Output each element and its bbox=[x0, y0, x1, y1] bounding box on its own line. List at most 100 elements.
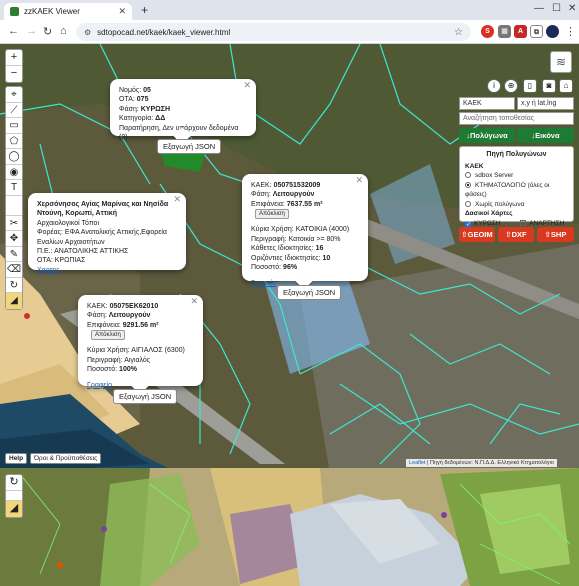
rotate-tool-icon[interactable]: ↻ bbox=[6, 278, 22, 293]
extension-pdf-icon[interactable]: A bbox=[514, 25, 527, 38]
maximize-icon[interactable]: ☐ bbox=[552, 3, 561, 14]
popup-close-icon[interactable]: ✕ bbox=[243, 80, 251, 90]
terms-button[interactable]: Όροι & Προϋποθέσεις bbox=[30, 453, 102, 464]
radio-selected-icon[interactable] bbox=[465, 181, 471, 188]
label: Νομός: bbox=[119, 87, 142, 94]
camera-icon[interactable]: ◙ bbox=[542, 79, 556, 93]
marker-tool-icon[interactable]: ⌖ bbox=[6, 87, 22, 103]
location-search-input[interactable]: Αναζήτηση τοποθεσίας bbox=[459, 112, 574, 125]
map-attribution: Leaflet | Πηγή δεδομένων: Ν.Π.Δ.Δ. Ελλην… bbox=[406, 459, 557, 467]
map-link[interactable]: Χαρτης bbox=[37, 266, 177, 275]
text-tool-icon[interactable]: T bbox=[6, 180, 22, 196]
edit-tool-icon[interactable]: ✎ bbox=[6, 247, 22, 262]
popup-parcel-bottom: ✕ ΚΑΕΚ: 05075ΕΚ62010 Φάση: Λειτουργούν Ε… bbox=[78, 295, 203, 395]
address-bar[interactable]: ⚙ sdtopocad.net/kaek/kaek_viewer.html ☆ bbox=[76, 23, 471, 41]
extensions-puzzle-icon[interactable]: ⧉ bbox=[530, 25, 543, 38]
zoom-control: + − bbox=[5, 49, 23, 83]
label: Επιφάνεια: bbox=[251, 200, 285, 208]
browser-tab[interactable]: zzKAEK Viewer ✕ bbox=[4, 3, 132, 20]
extension-stop-icon[interactable]: S bbox=[481, 25, 494, 38]
map-view[interactable]: + − ⌖ ⟋ ▭ ⬠ ◯ ◉ T ✂ ✥ ✎ ⌫ ↻ ◢ ✕ Νομός: 0… bbox=[0, 44, 579, 586]
tab-strip: zzKAEK Viewer ✕ + — ☐ ✕ bbox=[0, 0, 579, 20]
rotate-tool-icon[interactable]: ↻ bbox=[6, 475, 22, 491]
panel-heading: Πηγή Πολυγώνων bbox=[486, 151, 547, 158]
attribution-text: | Πηγή δεδομένων: Ν.Π.Δ.Δ. Ελληνικό Κτημ… bbox=[427, 460, 554, 466]
kaek-value: 050751532009 bbox=[273, 182, 321, 189]
minimize-icon[interactable]: — bbox=[534, 3, 544, 14]
export-json-button[interactable]: Εξαγωγή JSON bbox=[157, 139, 222, 154]
download-image-button[interactable]: ↓Εικόνα bbox=[517, 128, 574, 143]
site-type: Αρχαιολογικοί Τόποι bbox=[37, 219, 100, 227]
window-close-icon[interactable]: ✕ bbox=[568, 3, 576, 14]
label: ΚΑΕΚ: bbox=[251, 182, 272, 189]
cut-tool-icon[interactable]: ✂ bbox=[6, 216, 22, 231]
polygon-tool-icon[interactable]: ⬠ bbox=[6, 134, 22, 149]
globe-icon[interactable]: ⊕ bbox=[504, 79, 518, 93]
popup-close-icon[interactable]: ✕ bbox=[190, 296, 198, 306]
label: Φάση: bbox=[251, 191, 271, 199]
browser-menu-icon[interactable]: ⋮ bbox=[565, 25, 576, 38]
label: Ποσοστό: bbox=[87, 366, 118, 374]
circle-marker-tool-icon[interactable]: ◉ bbox=[6, 165, 22, 180]
reload-icon[interactable]: ↻ bbox=[43, 25, 52, 38]
line-tool-icon[interactable]: ⟋ bbox=[6, 103, 22, 118]
export-json-button[interactable]: Εξαγωγή JSON bbox=[277, 285, 342, 300]
leaflet-link[interactable]: Leaflet bbox=[409, 460, 426, 466]
new-tab-icon[interactable]: + bbox=[141, 3, 148, 17]
radio-icon[interactable] bbox=[465, 172, 471, 178]
use-value: ΑΙΓΙΑΛΟΣ (6300) bbox=[131, 347, 185, 355]
profile-avatar[interactable] bbox=[546, 25, 559, 38]
deviation-button[interactable]: Απόκλιση bbox=[255, 209, 289, 220]
label: Επιφάνεια: bbox=[87, 321, 121, 329]
popup-close-icon[interactable]: ✕ bbox=[173, 194, 181, 204]
rectangle-tool-icon[interactable]: ▭ bbox=[6, 118, 22, 134]
browser-toolbar: ← → ↻ ⌂ ⚙ sdtopocad.net/kaek/kaek_viewer… bbox=[0, 20, 579, 44]
home-map-icon[interactable]: ⌂ bbox=[559, 79, 573, 93]
label: Φάση: bbox=[87, 312, 107, 320]
label: Περιγραφή: bbox=[87, 356, 123, 364]
horizontal-value: 10 bbox=[322, 254, 331, 262]
label: Κάθετες Ιδιοκτησίες: bbox=[251, 245, 314, 253]
export-geoim-button[interactable]: ⇧GEOIM bbox=[459, 227, 495, 242]
move-tool-icon[interactable]: ✥ bbox=[6, 231, 22, 247]
export-shp-button[interactable]: ⇧SHP bbox=[537, 227, 574, 242]
export-json-button[interactable]: Εξαγωγή JSON bbox=[113, 389, 178, 404]
option-ktimatologio[interactable]: ΚΤΗΜΑΤΟΛΟΓΙΟ (όλες οι φάσεις) bbox=[465, 181, 568, 200]
checkbox-icon[interactable] bbox=[520, 219, 527, 226]
radio-icon[interactable] bbox=[465, 200, 471, 207]
site-info-icon[interactable]: ⚙ bbox=[84, 28, 91, 37]
help-button[interactable]: Help bbox=[5, 453, 28, 464]
url-text: sdtopocad.net/kaek/kaek_viewer.html bbox=[97, 27, 231, 37]
erase-tool-icon[interactable]: ⌫ bbox=[6, 262, 22, 278]
zoom-in-button[interactable]: + bbox=[6, 50, 22, 66]
home-icon[interactable]: ⌂ bbox=[60, 25, 67, 37]
forward-icon[interactable]: → bbox=[26, 25, 37, 37]
export-dxf-button[interactable]: ⇧DXF bbox=[498, 227, 534, 242]
popup-close-icon[interactable]: ✕ bbox=[355, 175, 363, 185]
coordinates-input[interactable]: x,y ή lat,lng bbox=[517, 97, 574, 110]
circle-tool-icon[interactable]: ◯ bbox=[6, 149, 22, 165]
option-no-polygons[interactable]: Χωρίς πολύγωνα bbox=[465, 200, 568, 210]
label: Κύρια Χρήση: bbox=[251, 226, 294, 234]
info-icon[interactable]: i bbox=[487, 79, 501, 93]
site-region: Π.Ε.: ΑΝΑΤΟΛΙΚΗΣ ΑΤΤΙΚΗΣ bbox=[37, 248, 129, 256]
layers-icon[interactable]: ≋ bbox=[550, 51, 572, 73]
label: Οριζόντιες Ιδιοκτησίες: bbox=[251, 254, 321, 262]
zoom-out-button[interactable]: − bbox=[6, 66, 22, 82]
extension-grid-icon[interactable]: ▦ bbox=[498, 25, 511, 38]
measure-tool-icon[interactable]: ◢ bbox=[6, 501, 22, 517]
value: 05 bbox=[143, 87, 151, 94]
desc-value: Αιγιαλός bbox=[124, 356, 151, 364]
measure-tool-icon[interactable]: ◢ bbox=[6, 293, 22, 309]
option-sdbox[interactable]: sdbox Server bbox=[465, 171, 568, 181]
print-icon[interactable]: ▯ bbox=[523, 79, 537, 93]
tab-close-icon[interactable]: ✕ bbox=[118, 6, 126, 17]
kaek-input[interactable]: ΚΑΕΚ bbox=[459, 97, 515, 110]
popup-parcel-center: ✕ ΚΑΕΚ: 050751532009 Φάση: Λειτουργούν Ε… bbox=[242, 174, 368, 290]
option-label: Χωρίς πολύγωνα bbox=[475, 200, 525, 208]
bookmark-star-icon[interactable]: ☆ bbox=[454, 27, 463, 38]
download-polygons-button[interactable]: ↓Πολύγωνα bbox=[459, 128, 515, 143]
option-label: sdbox Server bbox=[475, 172, 514, 179]
back-icon[interactable]: ← bbox=[8, 25, 19, 37]
deviation-button[interactable]: Απόκλιση bbox=[91, 330, 125, 341]
